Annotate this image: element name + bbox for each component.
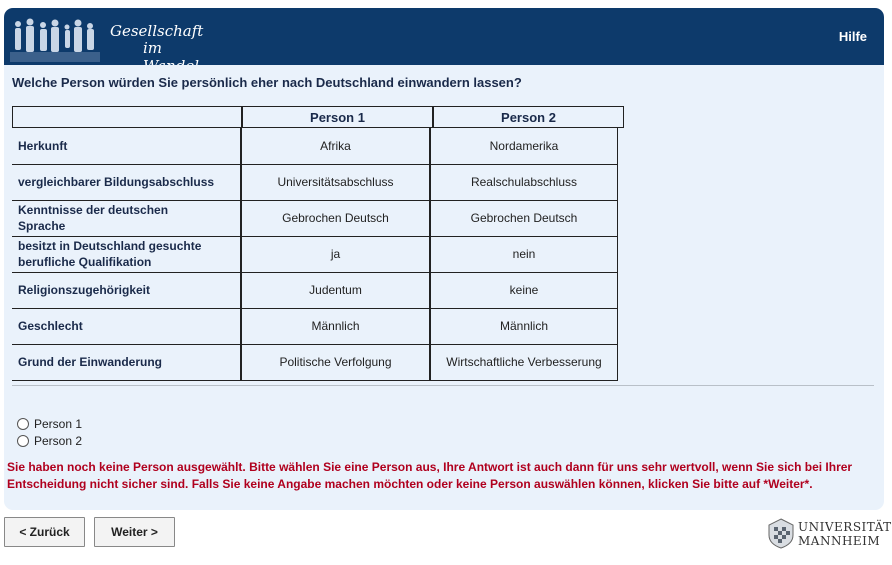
radio-person1[interactable]	[17, 418, 29, 430]
row-label-bildungsabschluss: vergleichbarer Bildungsabschluss	[18, 175, 215, 189]
cell-person2: nein	[512, 247, 536, 261]
cell-person1: Männlich	[311, 319, 360, 333]
university-name-line1: UNIVERSITÄT	[798, 520, 892, 534]
cell-person2: Wirtschaftliche Verbesserung	[446, 355, 602, 369]
row-label-religion: Religionszugehörigkeit	[18, 283, 151, 297]
university-name-line2: MANNHEIM	[798, 534, 881, 548]
option-person2[interactable]: Person 2	[17, 434, 82, 448]
cell-person1: Judentum	[309, 283, 362, 297]
cell-person1: Politische Verfolgung	[279, 355, 392, 369]
cell-person2: keine	[509, 283, 539, 297]
table-divider	[12, 380, 618, 381]
help-link[interactable]: Hilfe	[839, 29, 867, 44]
table-header-empty	[12, 106, 242, 128]
option-person1[interactable]: Person 1	[17, 417, 82, 431]
cell-person2: Gebrochen Deutsch	[470, 211, 578, 225]
divider	[12, 385, 874, 386]
survey-panel: Welche Person würden Sie persönlich eher…	[4, 65, 884, 510]
people-silhouettes-icon	[10, 18, 100, 62]
cell-person1: ja	[330, 247, 341, 261]
row-label-sprache: Kenntnisse der deutschen Sprache	[18, 203, 169, 233]
cell-person2: Nordamerika	[489, 139, 559, 153]
row-label-geschlecht: Geschlecht	[18, 319, 83, 333]
column-header-person1: Person 1	[310, 109, 365, 125]
question-text: Welche Person würden Sie persönlich eher…	[12, 75, 522, 90]
row-label-qualifikation: besitzt in Deutschland gesuchte beruflic…	[18, 239, 202, 269]
logo: Gesellschaft im Wandel	[10, 14, 215, 75]
row-label-herkunft: Herkunft	[18, 139, 68, 153]
logo-text-line1: Gesellschaft	[110, 22, 204, 40]
row-label-grund: Grund der Einwanderung	[18, 355, 163, 369]
column-header-person2: Person 2	[501, 109, 556, 125]
option-label: Person 2	[34, 434, 83, 448]
next-button[interactable]: Weiter >	[94, 517, 175, 547]
crest-icon	[768, 518, 794, 549]
back-button[interactable]: < Zurück	[4, 517, 85, 547]
option-label: Person 1	[34, 417, 83, 431]
radio-person2[interactable]	[17, 435, 29, 447]
cell-person1: Gebrochen Deutsch	[282, 211, 389, 225]
header-bar: Gesellschaft im Wandel Hilfe	[4, 8, 884, 75]
cell-person2: Realschulabschluss	[470, 175, 578, 189]
cell-person1: Afrika	[320, 139, 351, 153]
cell-person1: Universitätsabschluss	[277, 175, 394, 189]
university-logo: UNIVERSITÄT MANNHEIM	[766, 516, 891, 550]
table-divider	[617, 128, 618, 380]
cell-person2: Männlich	[499, 319, 549, 333]
warning-message: Sie haben noch keine Person ausgewählt. …	[7, 460, 853, 491]
